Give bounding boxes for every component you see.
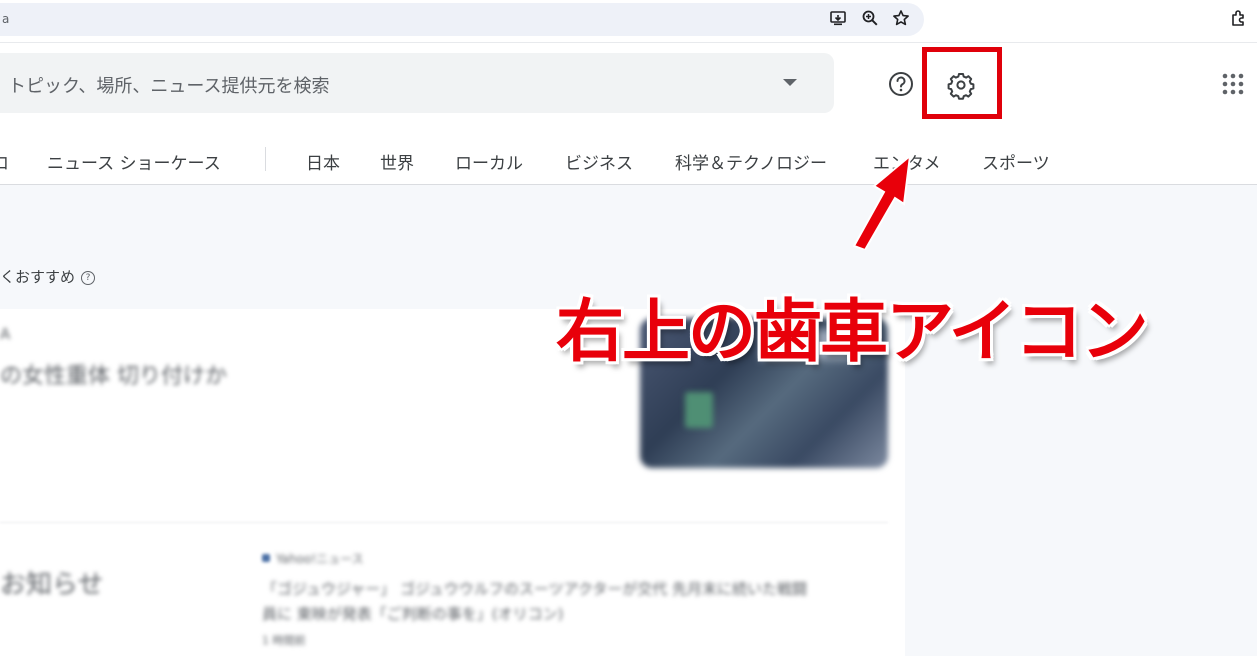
search-placeholder: トピック、場所、ニュース提供元を検索 xyxy=(8,76,330,97)
right-sidebar xyxy=(909,185,1257,656)
zoom-icon[interactable] xyxy=(861,9,879,27)
nav-item-business[interactable]: ビジネス xyxy=(565,149,633,174)
card-source: A xyxy=(0,325,11,343)
address-text: a xyxy=(2,12,10,26)
news-source: Yahoo!ニュース xyxy=(276,552,364,566)
recommend-header: くおすすめ? xyxy=(0,266,96,287)
nav-item-partial[interactable]: ロ xyxy=(0,149,9,174)
notice-title[interactable]: お知らせ xyxy=(0,564,103,601)
extensions-icon[interactable] xyxy=(1230,9,1248,27)
nav-item-science-tech[interactable]: 科学＆テクノロジー xyxy=(675,149,827,174)
nav-item-news-showcase[interactable]: ニュース ショーケース xyxy=(47,149,221,174)
news-headline-line2[interactable]: 員に 東映が発表「ご判断の事を」(オリコン) xyxy=(262,603,563,624)
apps-grid-icon[interactable] xyxy=(1221,72,1245,96)
nav-item-japan[interactable]: 日本 xyxy=(306,149,340,174)
news-header: トピック、場所、ニュース提供元を検索 xyxy=(0,43,1257,133)
card-divider xyxy=(0,522,888,523)
bookmark-star-icon[interactable] xyxy=(892,9,910,27)
nav-item-world[interactable]: 世界 xyxy=(380,149,414,174)
recommend-help-icon[interactable]: ? xyxy=(81,270,96,285)
news-time: 1 時間前 xyxy=(262,634,306,647)
search-dropdown-icon[interactable] xyxy=(783,79,797,86)
thumbnail-detail xyxy=(685,392,713,428)
source-logo-icon xyxy=(262,554,270,562)
news-headline-line1[interactable]: 「ゴジュウジャー」 ゴジュウウルフのスーツアクターが交代 先月末に続いた戦闘 xyxy=(262,578,807,599)
browser-toolbar: a xyxy=(0,0,1257,43)
card-headline[interactable]: の女性重体 切り付けか xyxy=(0,358,227,390)
gear-highlight-box xyxy=(922,47,1002,119)
annotation-label: 右上の歯車アイコン xyxy=(556,293,1149,372)
annotation-arrow-icon xyxy=(852,153,912,250)
nav-divider xyxy=(265,147,266,171)
help-icon[interactable] xyxy=(887,70,915,98)
address-bar[interactable]: a xyxy=(0,3,924,36)
section-nav: ロ ニュース ショーケース 日本 世界 ローカル ビジネス 科学＆テクノロジー … xyxy=(0,133,1257,185)
search-input[interactable]: トピック、場所、ニュース提供元を検索 xyxy=(0,53,834,113)
nav-item-sports[interactable]: スポーツ xyxy=(982,149,1050,174)
nav-item-local[interactable]: ローカル xyxy=(455,149,523,174)
install-app-icon[interactable] xyxy=(829,9,847,27)
recommend-header-text: くおすすめ xyxy=(0,268,76,286)
